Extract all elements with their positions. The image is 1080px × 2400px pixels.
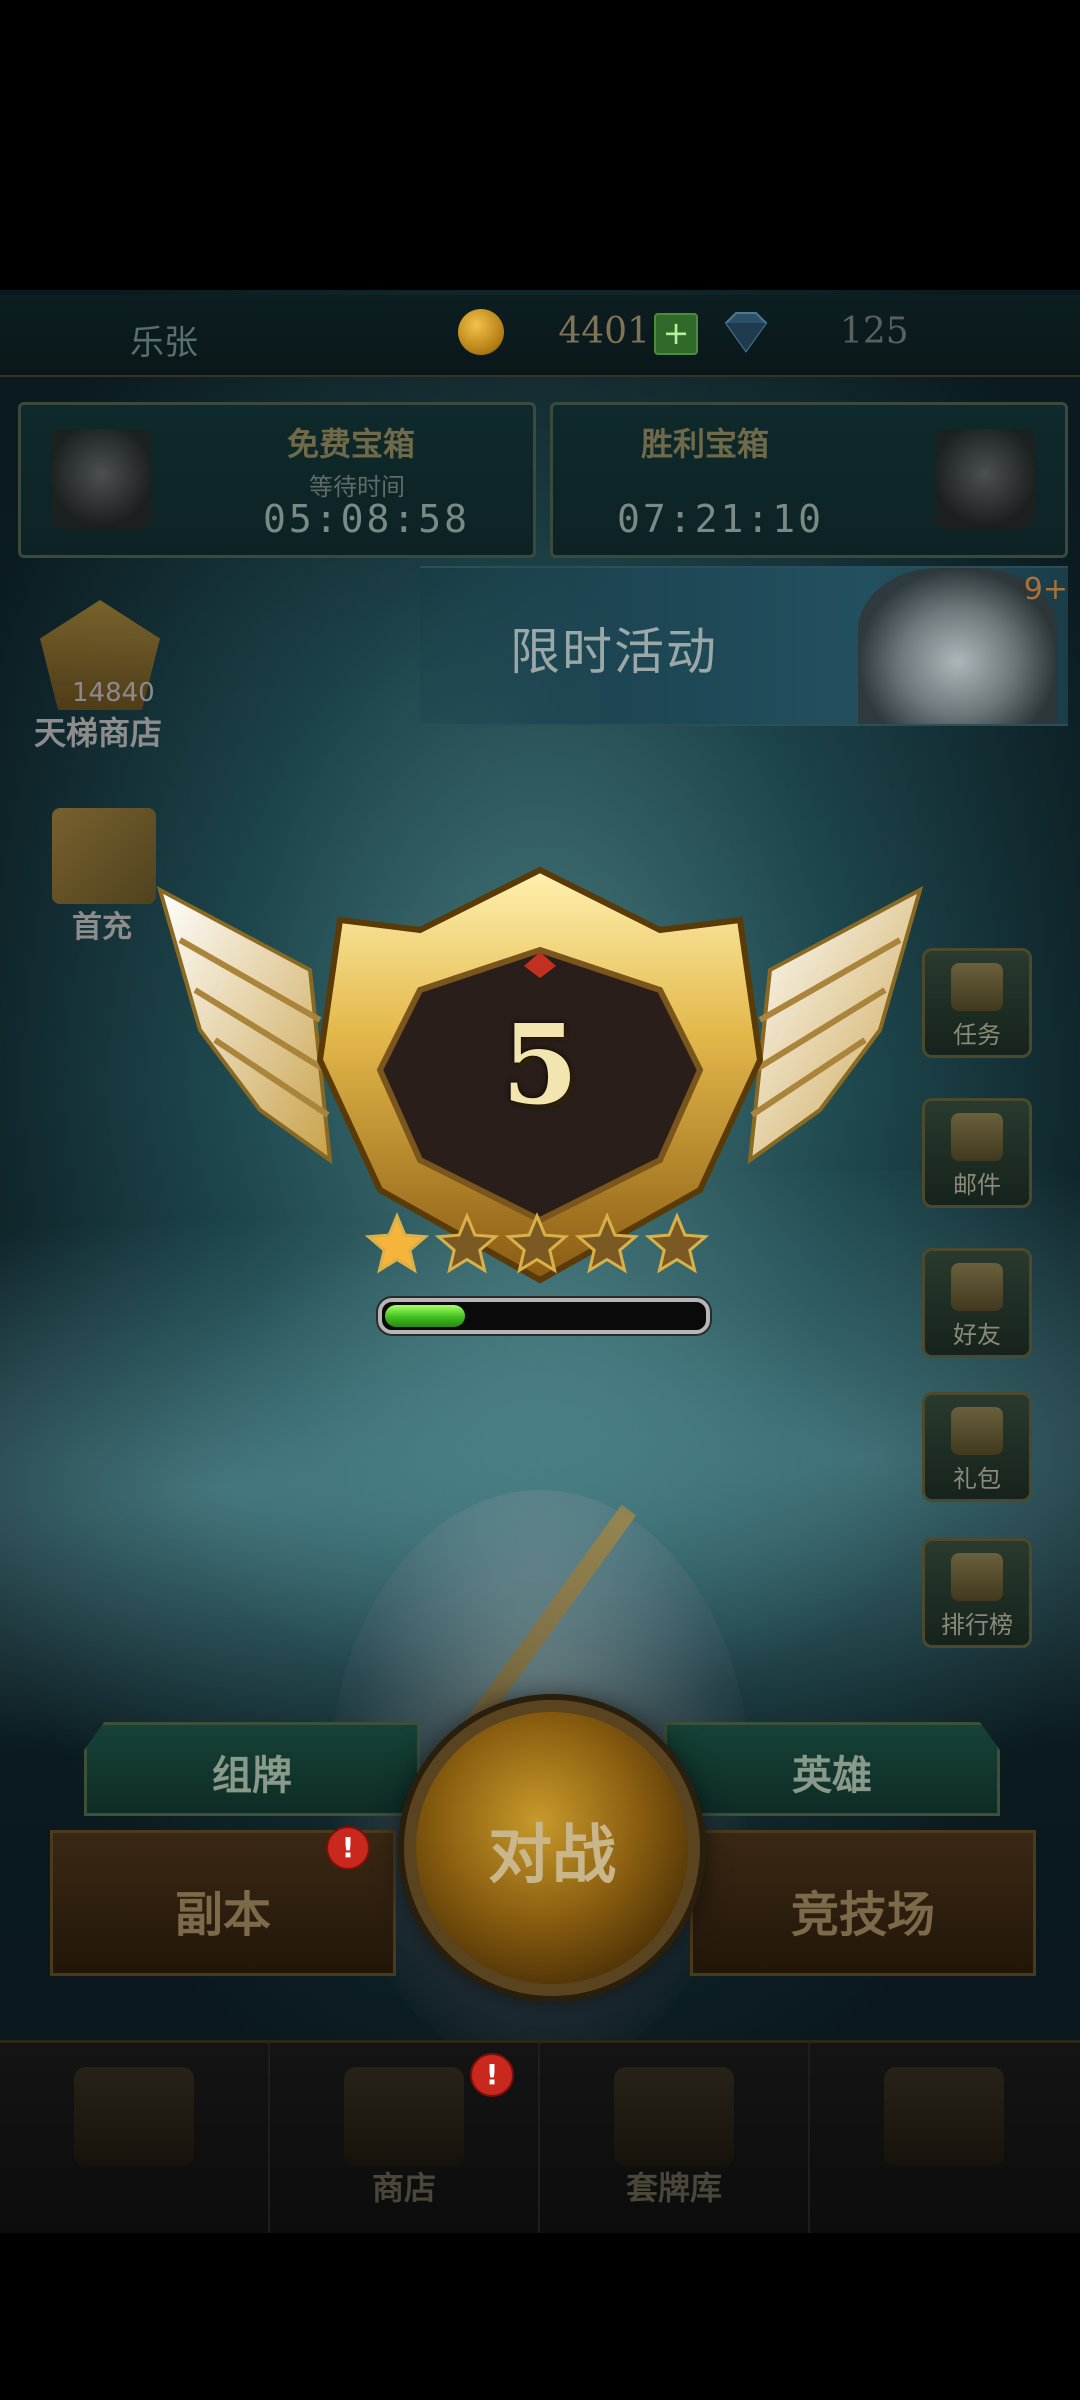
- victory-chest-timer: 07:21:10: [617, 497, 825, 541]
- star-empty-icon: [574, 1212, 640, 1274]
- star-empty-icon: [434, 1212, 500, 1274]
- dungeon-label: 副本: [174, 1887, 271, 1943]
- battle-button[interactable]: 对战: [404, 1700, 700, 1996]
- star-empty-icon: [644, 1212, 710, 1274]
- bottom-nav: 商店 ! 套牌库: [0, 2040, 1080, 2233]
- star-empty-icon: [504, 1212, 570, 1274]
- deck-build-label: 组牌: [212, 1753, 292, 1799]
- giftbox-icon: [951, 1407, 1003, 1455]
- scroll-icon: [951, 963, 1003, 1011]
- quests-label: 任务: [953, 1021, 1001, 1049]
- star-filled-icon: [364, 1212, 430, 1274]
- gem-amount: 125: [840, 311, 909, 352]
- battle-label: 对战: [488, 1819, 616, 1893]
- coin-amount: 4401: [558, 311, 650, 352]
- first-pay-label[interactable]: 首充: [72, 902, 132, 946]
- trophy-icon: [951, 1553, 1003, 1601]
- nav-card-library[interactable]: 套牌库: [540, 2043, 810, 2233]
- ladder-points: 14840: [72, 678, 155, 708]
- nav-shop[interactable]: 商店 !: [270, 2043, 540, 2233]
- arena-button[interactable]: 竞技场: [690, 1830, 1036, 1976]
- free-chest-title: 免费宝箱: [287, 425, 416, 463]
- free-chest-icon: [51, 429, 151, 529]
- deck-build-button[interactable]: 组牌: [84, 1722, 420, 1816]
- rank-level: 5: [501, 1000, 579, 1129]
- shop-scale-icon: [344, 2067, 464, 2167]
- battle-icon: [74, 2067, 194, 2167]
- gold-coin-icon: [458, 309, 504, 355]
- event-count-badge: 9+: [1023, 572, 1068, 607]
- nav-shop-label: 商店: [371, 2169, 436, 2207]
- card-deck-icon: [614, 2067, 734, 2167]
- mail-icon: [951, 1113, 1003, 1161]
- free-chest-timer: 05:08:58: [263, 497, 471, 541]
- ladder-shop-label[interactable]: 天梯商店: [34, 708, 162, 754]
- add-coins-button[interactable]: +: [654, 313, 698, 355]
- gift-pack-button[interactable]: 礼包: [922, 1392, 1032, 1502]
- heroes-label: 英雄: [792, 1753, 872, 1799]
- right-wing-art: [747, 886, 924, 1165]
- gift-pack-label: 礼包: [953, 1465, 1001, 1493]
- free-chest-panel[interactable]: 免费宝箱 等待时间 05:08:58: [18, 402, 536, 558]
- shop-alert-icon: !: [470, 2053, 514, 2097]
- game-screen: 乐张 4401 + 125 免费宝箱 等待时间 05:08:58 胜利宝箱 07…: [0, 0, 1080, 2400]
- limited-event-banner[interactable]: 限时活动 9+: [420, 566, 1068, 726]
- heroes-button[interactable]: 英雄: [664, 1722, 1000, 1816]
- arena-label: 竞技场: [790, 1887, 935, 1943]
- player-name[interactable]: 乐张: [130, 315, 198, 364]
- diamond-icon: [724, 312, 768, 353]
- nav-settings[interactable]: [810, 2043, 1078, 2233]
- leaderboard-button[interactable]: 排行榜: [922, 1538, 1032, 1648]
- nav-battle[interactable]: [0, 2043, 270, 2233]
- left-wing-art: [156, 886, 333, 1165]
- victory-chest-icon: [935, 429, 1035, 529]
- mail-label: 邮件: [953, 1171, 1001, 1199]
- dungeon-alert-icon: !: [326, 1826, 370, 1870]
- nav-card-library-label: 套牌库: [625, 2169, 722, 2207]
- friends-icon: [951, 1263, 1003, 1311]
- friends-label: 好友: [953, 1321, 1001, 1349]
- resource-bar: 乐张 4401 + 125: [0, 295, 1080, 377]
- leaderboard-label: 排行榜: [941, 1611, 1013, 1639]
- rank-progress-bar: [378, 1298, 710, 1334]
- victory-chest-panel[interactable]: 胜利宝箱 07:21:10: [550, 402, 1068, 558]
- victory-chest-title: 胜利宝箱: [641, 425, 770, 463]
- rank-stars: [364, 1212, 710, 1274]
- event-title: 限时活动: [510, 623, 718, 681]
- settings-icon: [884, 2067, 1004, 2167]
- rank-progress-fill: [385, 1305, 465, 1327]
